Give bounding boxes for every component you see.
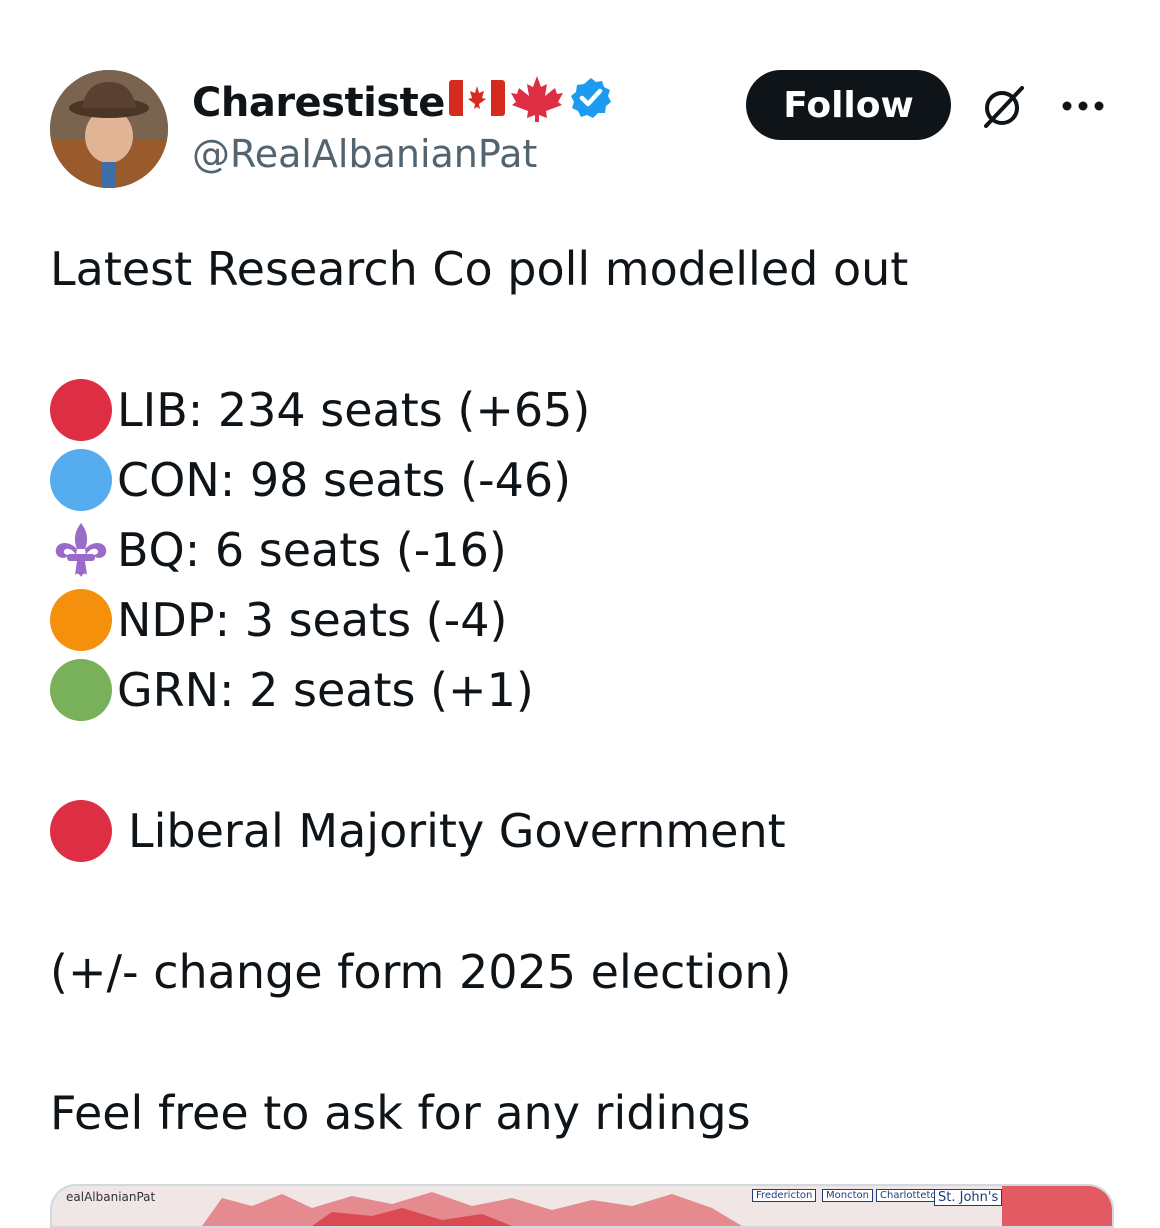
result-text: CON: 98 seats (-46)	[117, 453, 572, 507]
map-label: St. John's	[934, 1189, 1003, 1206]
map-label: Fredericton	[752, 1189, 817, 1202]
tweet-text: Latest Research Co poll modelled out LIB…	[50, 234, 1120, 1148]
media-preview[interactable]: ealAlbanianPat Fredericton Moncton Charl…	[50, 1184, 1114, 1228]
result-line-bq: BQ: 6 seats (-16)	[50, 515, 1120, 585]
handle[interactable]: @RealAlbanianPat	[192, 132, 537, 176]
maple-leaf-icon	[509, 74, 565, 132]
result-text: GRN: 2 seats (+1)	[117, 663, 534, 717]
result-text: BQ: 6 seats (-16)	[117, 523, 507, 577]
majority-line: Liberal Majority Government	[50, 796, 1120, 866]
tweet-header: Charestiste @RealAlbanianPat Follow	[50, 68, 1120, 193]
fleur-de-lis-icon	[50, 519, 112, 581]
avatar[interactable]	[50, 70, 168, 188]
result-text: NDP: 3 seats (-4)	[117, 593, 508, 647]
tweet-intro: Latest Research Co poll modelled out	[50, 242, 909, 296]
closing-text: Feel free to ask for any ridings	[50, 1086, 751, 1140]
majority-text: Liberal Majority Government	[128, 804, 786, 858]
display-name-text: Charestiste	[192, 80, 445, 126]
orange-circle-icon	[50, 589, 112, 651]
result-text: LIB: 234 seats (+65)	[117, 383, 591, 437]
green-circle-icon	[50, 659, 112, 721]
follow-button[interactable]: Follow	[746, 70, 951, 140]
map-watermark: ealAlbanianPat	[66, 1190, 156, 1204]
grok-icon[interactable]	[980, 82, 1028, 130]
canada-flag-icon	[448, 80, 505, 126]
red-circle-icon	[50, 800, 112, 862]
result-line-grn: GRN: 2 seats (+1)	[50, 655, 1120, 725]
result-line-ndp: NDP: 3 seats (-4)	[50, 585, 1120, 655]
result-line-lib: LIB: 234 seats (+65)	[50, 375, 1120, 445]
display-name[interactable]: Charestiste	[192, 74, 613, 132]
change-note: (+/- change form 2025 election)	[50, 945, 792, 999]
map-label: Moncton	[822, 1189, 873, 1202]
result-line-con: CON: 98 seats (-46)	[50, 445, 1120, 515]
more-icon[interactable]	[1060, 98, 1106, 112]
red-circle-icon	[50, 379, 112, 441]
blue-circle-icon	[50, 449, 112, 511]
verified-icon	[569, 76, 613, 130]
